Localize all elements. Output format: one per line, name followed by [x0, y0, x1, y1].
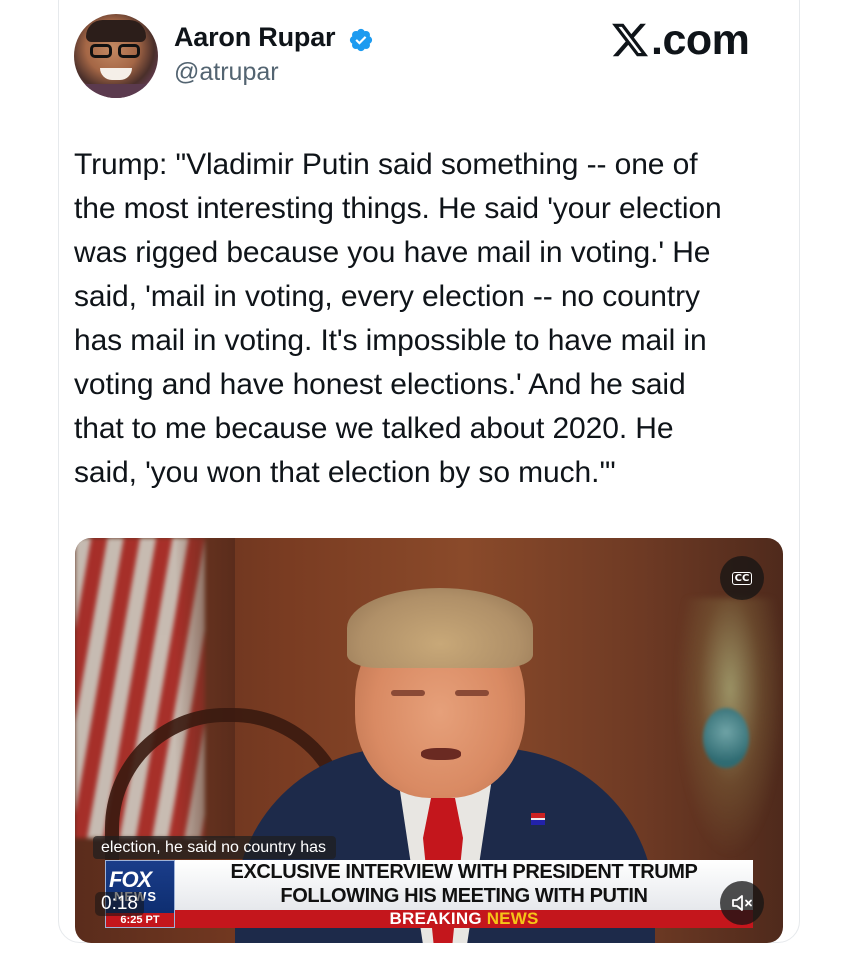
- mute-button[interactable]: [720, 881, 764, 925]
- x-logo-icon: [612, 23, 649, 57]
- brand-dotcom-text: .com: [651, 16, 750, 64]
- video-player[interactable]: CC FOX NEWS 6:25 PT EXCLUSIVE INTERVIEW …: [75, 538, 783, 943]
- cc-icon: CC: [731, 571, 753, 585]
- author-name[interactable]: Aaron Rupar: [174, 22, 336, 53]
- avatar[interactable]: [74, 14, 158, 98]
- speaker-muted-icon: [732, 895, 752, 911]
- closed-captions-button[interactable]: CC: [720, 556, 764, 600]
- verified-badge-icon: [349, 28, 373, 52]
- news-lower-third: FOX NEWS 6:25 PT EXCLUSIVE INTERVIEW WIT…: [105, 860, 753, 928]
- x-brand-logo: .com: [610, 16, 750, 64]
- breaking-news-bar: BREAKING NEWS: [175, 910, 753, 928]
- news-headline: EXCLUSIVE INTERVIEW WITH PRESIDENT TRUMP…: [175, 860, 753, 910]
- video-caption: election, he said no country has: [93, 836, 337, 859]
- video-timestamp: 0:18: [95, 892, 144, 916]
- tweet-text: Trump: "Vladimir Putin said something --…: [74, 148, 722, 489]
- author-handle[interactable]: @atrupar: [174, 58, 279, 87]
